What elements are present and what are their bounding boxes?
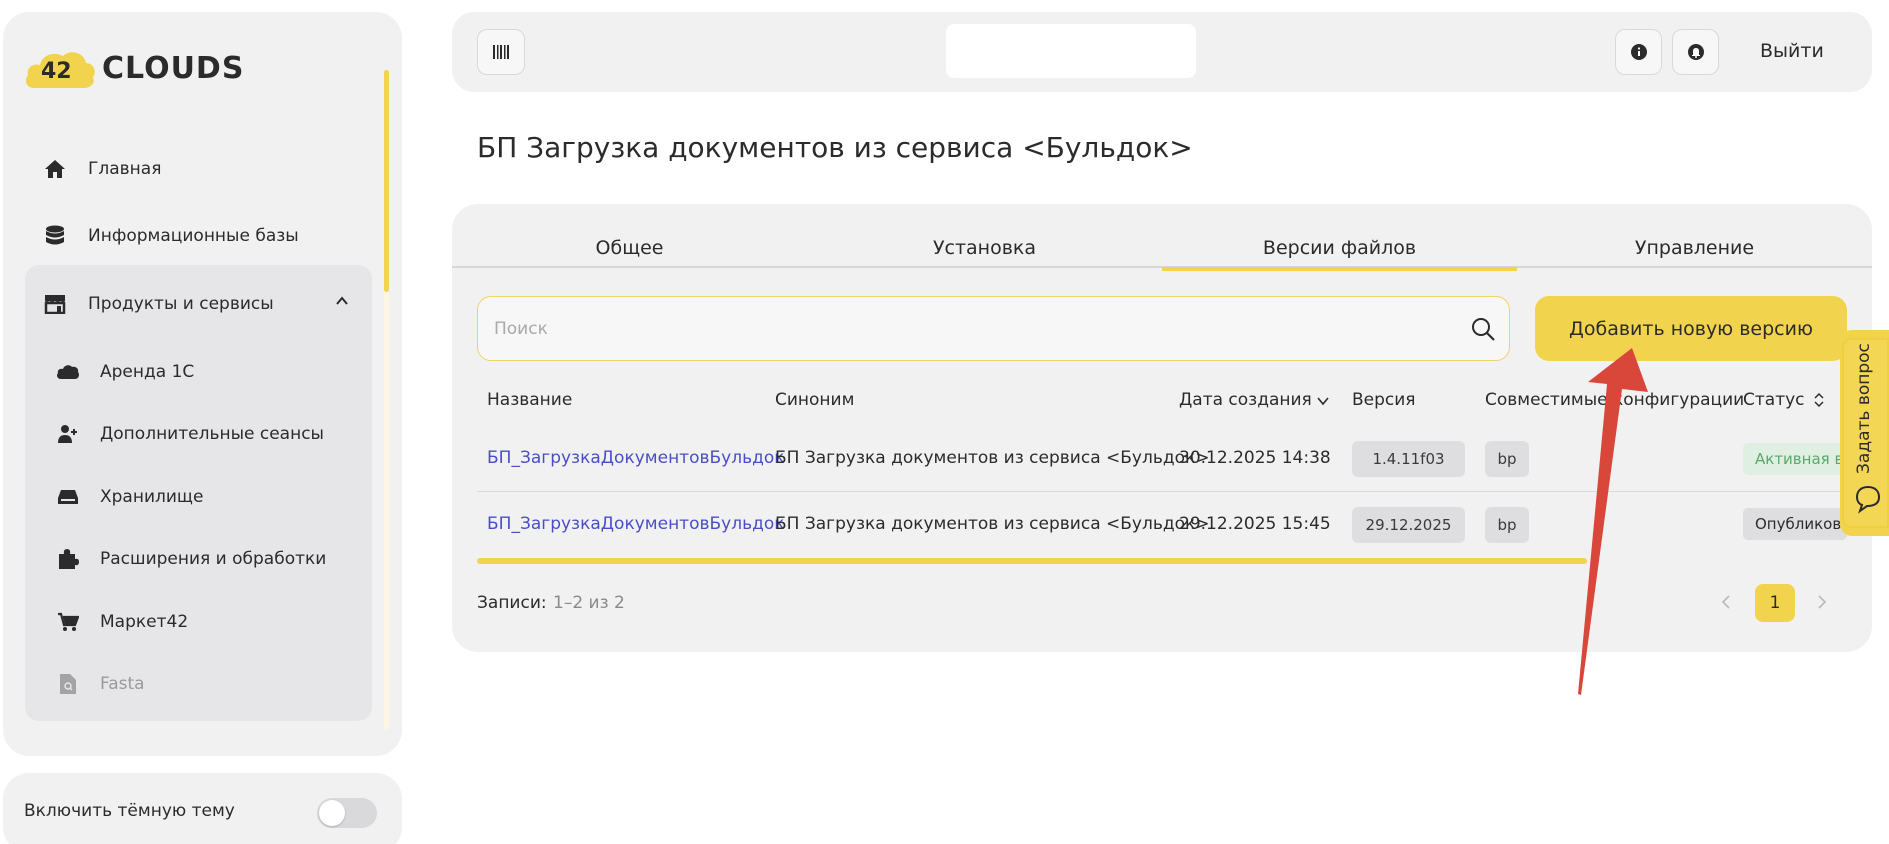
row-1-synonym: БП Загрузка документов из сервиса <Бульд… <box>775 448 1210 468</box>
cloud-logo-icon: 42 <box>24 46 96 90</box>
theme-toggle[interactable] <box>317 798 377 828</box>
sidebar-item-label: Хранилище <box>100 487 204 507</box>
sidebar-item-rent-1c[interactable]: Аренда 1С <box>54 358 194 386</box>
sidebar-item-home[interactable]: Главная <box>40 155 161 183</box>
barcode-button[interactable] <box>477 29 525 75</box>
sort-down-icon[interactable] <box>1316 394 1330 408</box>
store-icon <box>40 292 70 316</box>
sidebar-item-products[interactable]: Продукты и сервисы <box>40 290 274 318</box>
page-title: БП Загрузка документов из сервиса <Бульд… <box>477 131 1193 164</box>
chevron-up-icon[interactable] <box>335 294 349 308</box>
column-header-created[interactable]: Дата создания <box>1179 390 1312 410</box>
row-2-version-badge: 29.12.2025 <box>1352 507 1465 543</box>
column-header-configurations[interactable]: Совместимые конфигурации <box>1485 390 1744 410</box>
column-header-version[interactable]: Версия <box>1352 390 1416 410</box>
info-icon <box>1630 44 1647 60</box>
column-header-name[interactable]: Название <box>487 390 572 410</box>
toggle-knob <box>319 800 345 826</box>
sidebar-item-market42[interactable]: Маркет42 <box>54 608 188 636</box>
row-2-name-link[interactable]: БП_ЗагрузкаДокументовБульдок <box>487 514 785 534</box>
ask-question-label: Задать вопрос <box>1854 343 1874 474</box>
bell-icon <box>1687 44 1704 60</box>
tab-general[interactable]: Общее <box>452 228 807 268</box>
sidebar-item-label: Главная <box>88 159 162 179</box>
sidebar-item-label: Продукты и сервисы <box>88 294 274 314</box>
row-2-status-badge: Опубликов <box>1743 508 1847 540</box>
sort-toggle-icon[interactable] <box>1813 392 1825 408</box>
tabs: Общее Установка Версии файлов Управление <box>452 228 1872 271</box>
add-version-button[interactable]: Добавить новую версию <box>1535 296 1847 361</box>
row-1-config-badge: bp <box>1485 441 1529 477</box>
records-count: 1–2 из 2 <box>553 593 625 613</box>
column-header-synonym[interactable]: Синоним <box>775 390 854 410</box>
sidebar-item-sessions[interactable]: Дополнительные сеансы <box>54 420 324 448</box>
row-2-config-badge: bp <box>1485 507 1529 543</box>
sidebar-item-label: Аренда 1С <box>100 362 195 382</box>
tab-management[interactable]: Управление <box>1517 228 1872 268</box>
file-search-icon <box>54 672 82 696</box>
puzzle-icon <box>54 547 82 571</box>
logout-button[interactable]: Выйти <box>1760 40 1824 62</box>
sidebar-item-label: Дополнительные сеансы <box>100 424 324 444</box>
sidebar-scrollbar-thumb[interactable] <box>384 70 389 292</box>
row-1-status-badge: Активная в <box>1743 443 1847 475</box>
column-header-status[interactable]: Статус <box>1743 390 1805 410</box>
tab-installation[interactable]: Установка <box>807 228 1162 268</box>
page-number-button[interactable]: 1 <box>1755 584 1795 622</box>
barcode-icon <box>493 45 509 59</box>
row-1-version-badge: 1.4.11f03 <box>1352 441 1465 477</box>
sidebar-item-storage[interactable]: Хранилище <box>54 483 203 511</box>
chevron-left-icon <box>1721 595 1730 609</box>
sidebar-item-extensions[interactable]: Расширения и обработки <box>54 545 326 573</box>
cart-icon <box>54 610 82 634</box>
next-page-button[interactable] <box>1810 590 1834 614</box>
row-divider <box>477 491 1847 492</box>
sidebar-item-label: Расширения и обработки <box>100 549 327 569</box>
logo-text: CLOUDS <box>102 50 245 86</box>
row-1-name-link[interactable]: БП_ЗагрузкаДокументовБульдок <box>487 448 785 468</box>
info-button[interactable] <box>1615 29 1662 75</box>
search-icon[interactable] <box>1470 316 1496 342</box>
prev-page-button[interactable] <box>1714 590 1738 614</box>
sidebar-item-fasta[interactable]: Fasta <box>54 670 145 698</box>
theme-toggle-label: Включить тёмную тему <box>24 801 235 821</box>
row-2-created: 29.12.2025 15:45 <box>1179 514 1331 534</box>
database-icon <box>40 224 70 248</box>
cloud-icon <box>54 360 82 384</box>
sidebar-item-label: Информационные базы <box>88 226 299 246</box>
storage-icon <box>54 485 82 509</box>
sidebar-item-databases[interactable]: Информационные базы <box>40 222 299 250</box>
records-label: Записи: <box>477 593 547 613</box>
row-1-created: 30.12.2025 14:38 <box>1179 448 1331 468</box>
table-horizontal-scrollbar[interactable] <box>477 558 1587 564</box>
logo-number: 42 <box>41 59 72 84</box>
row-2-synonym: БП Загрузка документов из сервиса <Бульд… <box>775 514 1210 534</box>
main-card <box>452 204 1872 652</box>
sidebar-item-label: Маркет42 <box>100 612 189 632</box>
top-bar-center-field <box>946 24 1196 78</box>
user-plus-icon <box>54 422 82 446</box>
chat-bubble-icon <box>1855 485 1881 514</box>
logo[interactable]: 42 CLOUDS <box>24 46 244 90</box>
home-icon <box>40 157 70 181</box>
search-input[interactable] <box>477 296 1510 361</box>
tab-file-versions[interactable]: Версии файлов <box>1162 228 1517 271</box>
notifications-button[interactable] <box>1672 29 1719 75</box>
sidebar-item-label: Fasta <box>100 674 145 694</box>
chevron-right-icon <box>1818 595 1827 609</box>
